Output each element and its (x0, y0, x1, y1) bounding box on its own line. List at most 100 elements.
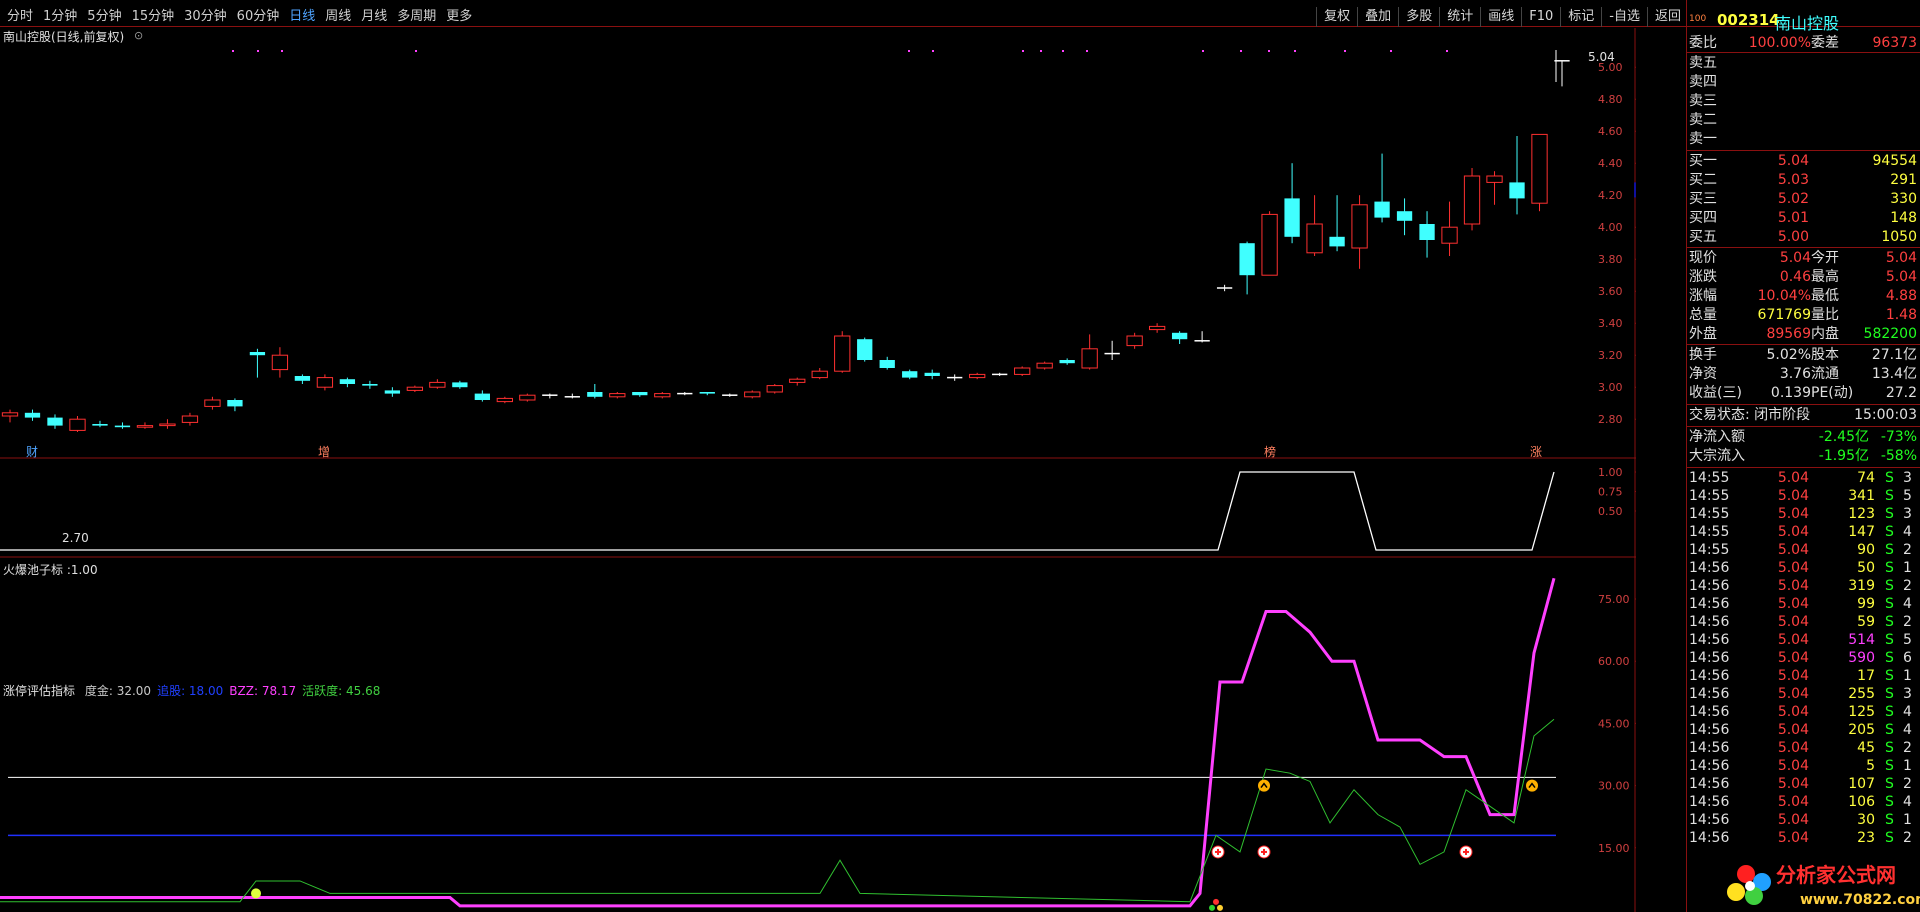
candle-body (789, 378, 806, 383)
signal-dot (257, 50, 259, 52)
tick-price: 5.04 (1777, 722, 1809, 738)
event-marker[interactable]: 榜 (1264, 444, 1276, 459)
plus-signal-icon (1211, 845, 1225, 859)
sub2-tick-label: 45.00 (1598, 717, 1630, 730)
tick-side: S (1885, 524, 1894, 540)
candle-body (249, 352, 266, 356)
buy-price: 5.02 (1777, 191, 1809, 207)
period-tab-3[interactable]: 15分钟 (127, 7, 180, 27)
tick-count: 3 (1903, 506, 1912, 522)
tick-count: 4 (1903, 704, 1912, 720)
period-tab-6[interactable]: 日线 (284, 7, 320, 27)
tick-count: 4 (1903, 524, 1912, 540)
tick-time: 14:55 (1689, 488, 1730, 504)
tool-button-7[interactable]: -自选 (1601, 7, 1647, 27)
signal-dot (415, 50, 417, 52)
period-tab-1[interactable]: 1分钟 (38, 7, 82, 27)
tick-price: 5.04 (1777, 470, 1809, 486)
candle-body (271, 354, 289, 371)
flow-amount: -1.95亿 (1818, 448, 1869, 464)
stat-value2: 5.04 (1885, 250, 1917, 266)
stat-label2: 最低 (1811, 288, 1839, 304)
stat2-value2: 13.4亿 (1871, 366, 1917, 382)
period-tab-7[interactable]: 周线 (320, 7, 356, 27)
stock-tag: 100 (1689, 14, 1707, 24)
candle-body (1441, 226, 1458, 244)
period-tab-4[interactable]: 30分钟 (179, 7, 232, 27)
sub2-name: 涨停评估指标 (3, 684, 76, 698)
tool-button-5[interactable]: F10 (1521, 7, 1560, 27)
tool-button-2[interactable]: 多股 (1398, 7, 1439, 27)
stat-row: 涨跌 0.46 最高 5.04 (1689, 268, 1919, 286)
tick-row: 14:56 5.04 99 S 4 (1689, 595, 1919, 613)
kline-chart-svg[interactable]: 5.004.804.604.404.204.003.803.603.403.20… (0, 28, 1636, 912)
tick-side: S (1885, 722, 1894, 738)
tick-volume: 107 (1848, 776, 1875, 792)
weicha-value: 96373 (1872, 35, 1917, 51)
stat2-row: 换手 5.02% 股本 27.1亿 (1689, 346, 1919, 364)
tick-volume: 5 (1866, 758, 1875, 774)
bzz-line (0, 577, 1556, 908)
tick-side: S (1885, 506, 1894, 522)
tool-button-0[interactable]: 复权 (1316, 7, 1357, 27)
candle-body (1081, 348, 1098, 369)
sub1-title: 火爆池子标 :1.00 (3, 563, 98, 577)
buy-volume: 94554 (1872, 153, 1917, 169)
stat-value: 0.46 (1779, 269, 1811, 285)
period-tab-8[interactable]: 月线 (356, 7, 392, 27)
stat-label: 现价 (1689, 250, 1717, 266)
period-tab-10[interactable]: 更多 (441, 7, 477, 27)
up-signal-icon (1526, 779, 1538, 792)
price-tick-label: 3.40 (1598, 317, 1623, 330)
candle-body (114, 425, 131, 428)
weibi-label: 委比 (1689, 35, 1717, 51)
sep (1687, 467, 1920, 468)
tick-row: 14:55 5.04 74 S 3 (1689, 469, 1919, 487)
candle-body (902, 371, 918, 378)
chart-area[interactable]: 5.00 4.80 4.60 4.40 4.20 4.00 3.80 3.60 3.40 3.20… (0, 28, 1636, 912)
tick-volume: 590 (1848, 650, 1875, 666)
event-marker[interactable]: 涨 (1530, 444, 1542, 459)
trade-status-row: 交易状态: 闭市阶段 15:00:03 (1689, 406, 1919, 424)
sub1-tick-label: 0.50 (1598, 505, 1623, 518)
stat-label2: 今开 (1811, 250, 1839, 266)
candle-body (766, 385, 783, 393)
sub2-tick-label: 75.00 (1598, 593, 1630, 606)
tick-time: 14:56 (1689, 758, 1730, 774)
tick-volume: 45 (1857, 740, 1875, 756)
sub2-field-0: 度金: 32.00 (84, 684, 152, 698)
period-tab-2[interactable]: 5分钟 (82, 7, 126, 27)
event-marker[interactable]: 财 (26, 445, 38, 459)
event-marker[interactable]: 增 (318, 445, 330, 459)
candle-body (1148, 325, 1166, 331)
tick-volume: 30 (1857, 812, 1875, 828)
candle-body (699, 392, 715, 394)
tool-button-3[interactable]: 统计 (1439, 7, 1480, 27)
buy-volume: 1050 (1881, 229, 1917, 245)
stat-label2: 量比 (1811, 307, 1839, 323)
title-settings-icon[interactable]: ⊙ (134, 29, 143, 43)
flow-pct: -58% (1880, 448, 1917, 464)
tick-time: 14:56 (1689, 668, 1730, 684)
sub2-tick-label: 60.00 (1598, 655, 1630, 668)
tick-price: 5.04 (1777, 704, 1809, 720)
tick-volume: 147 (1848, 524, 1875, 540)
logo-svg: 分析家公式网 www.70822.com (1727, 863, 1920, 908)
dot (1217, 904, 1223, 911)
tool-button-4[interactable]: 画线 (1480, 7, 1521, 27)
buy-price: 5.03 (1777, 172, 1809, 188)
tool-button-1[interactable]: 叠加 (1357, 7, 1398, 27)
tool-button-6[interactable]: 标记 (1560, 7, 1601, 27)
candle-body (69, 418, 86, 431)
high-price-label: 5.04 (1588, 50, 1615, 64)
tick-price: 5.04 (1777, 560, 1809, 576)
tick-volume: 123 (1848, 506, 1875, 522)
period-tab-5[interactable]: 60分钟 (232, 7, 285, 27)
tick-row: 14:55 5.04 123 S 3 (1689, 505, 1919, 523)
status-label: 交易状态: 闭市阶段 (1689, 407, 1811, 423)
candle-body (654, 393, 671, 398)
period-tab-9[interactable]: 多周期 (392, 7, 441, 27)
signal-dot (1390, 50, 1392, 52)
period-tab-0[interactable]: 分时 (2, 7, 38, 27)
tool-button-8[interactable]: 返回 (1646, 7, 1688, 27)
